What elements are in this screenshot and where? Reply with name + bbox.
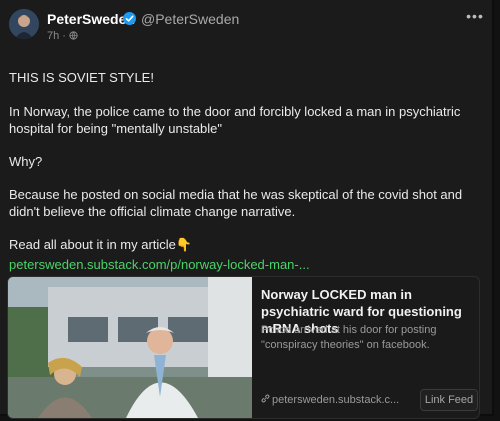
link-feed-button[interactable]: Link Feed [420,389,478,411]
preview-domain: petersweden.substack.c... [272,394,400,406]
post-paragraph-3: Why? [9,154,43,169]
article-link[interactable]: petersweden.substack.com/p/norway-locked… [9,257,310,272]
post-card: PeterSweden @PeterSweden 7h · ••• THIS I… [0,0,494,419]
post-paragraph-2: In Norway, the police came to the door a… [9,104,461,136]
avatar[interactable] [9,9,39,39]
post-paragraph-1: THIS IS SOVIET STYLE! [9,70,154,85]
preview-description: Police arrived at his door for posting "… [261,324,437,351]
post-paragraph-4: Because he posted on social media that h… [9,187,463,219]
globe-icon [69,30,78,42]
author-handle[interactable]: @PeterSweden [141,11,239,27]
timestamp-text: 7h · [47,30,66,42]
preview-image [8,277,252,418]
more-options-icon[interactable]: ••• [466,9,484,23]
verified-badge-icon [123,12,136,25]
author-name[interactable]: PeterSweden [47,11,135,27]
link-icon [261,394,270,406]
post-paragraph-5: Read all about it in my article👇 [9,237,193,252]
post-timestamp: 7h · [47,30,78,42]
link-preview-card[interactable]: Norway LOCKED man in psychiatric ward fo… [7,276,480,419]
